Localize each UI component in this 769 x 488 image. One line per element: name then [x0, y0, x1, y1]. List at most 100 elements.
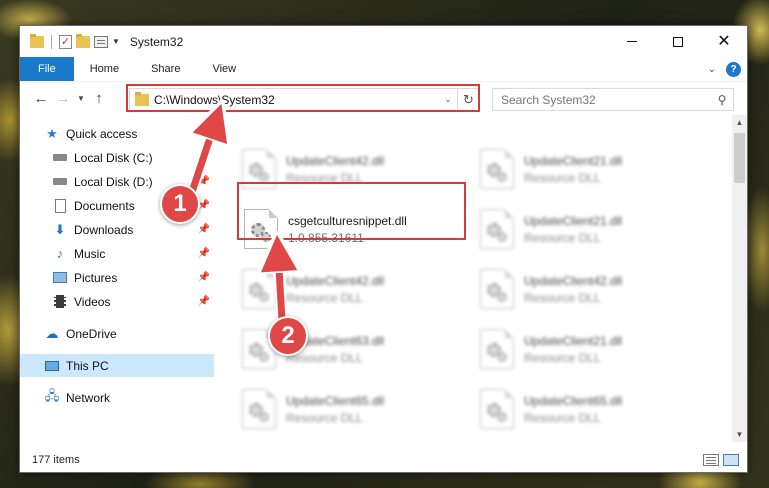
file-type: Resource DLL — [524, 290, 601, 305]
file-type: Resource DLL — [286, 350, 363, 365]
window-controls: ✕ — [609, 26, 747, 57]
list-item[interactable]: UpdateClient21.dll Resource DLL — [480, 205, 705, 253]
back-arrow-icon[interactable]: ← — [30, 88, 52, 110]
refresh-icon[interactable]: ↻ — [457, 89, 479, 110]
address-dropdown-chevron-icon[interactable]: ⌄ — [439, 94, 457, 105]
sidebar-item-quick-access[interactable]: ★ Quick access — [20, 122, 214, 145]
pin-icon[interactable]: 📌 — [198, 152, 210, 163]
sidebar-item-local-disk-c[interactable]: Local Disk (C:) 📌 — [20, 146, 214, 169]
star-icon: ★ — [46, 125, 58, 141]
sidebar-item-pictures[interactable]: Pictures 📌 — [20, 266, 214, 289]
file-name: UpdateClient21.dll — [524, 333, 623, 348]
sidebar-item-label: Quick access — [66, 126, 138, 141]
navigation-bar: ← → ▼ ↑ C:\Windows\System32 ⌄ ↻ ⚲ — [20, 81, 747, 115]
properties-check-icon[interactable]: ✓ — [59, 34, 72, 49]
list-item[interactable]: UpdateClient65.dll Resource DLL — [242, 385, 467, 433]
scroll-up-chevron-icon[interactable]: ▲ — [732, 115, 747, 130]
sidebar-item-label: Network — [66, 390, 111, 405]
large-icons-view-icon[interactable] — [723, 454, 739, 466]
forward-arrow-icon[interactable]: → — [52, 88, 74, 110]
cloud-icon: ☁ — [45, 325, 59, 341]
list-item[interactable]: UpdateClient42.dll Resource DLL — [480, 265, 705, 313]
highlighted-file-item[interactable]: csgetculturesnippet.dll 1.0.855.31611 — [244, 205, 464, 253]
pin-icon[interactable]: 📌 — [198, 296, 210, 307]
window-title: System32 — [129, 34, 184, 49]
music-icon: ♪ — [56, 246, 64, 261]
sidebar-item-label: Music — [74, 246, 106, 261]
recent-locations-chevron-icon[interactable]: ▼ — [74, 88, 88, 110]
dll-file-icon — [480, 269, 514, 309]
computer-icon — [44, 359, 60, 373]
download-icon: ⬇ — [54, 221, 66, 237]
sidebar-item-this-pc[interactable]: This PC — [20, 354, 214, 377]
sidebar-item-label: Local Disk (D:) — [74, 174, 153, 189]
scrollbar-thumb[interactable] — [734, 133, 745, 183]
customize-toolbar-chevron-icon[interactable]: ▼ — [112, 37, 120, 46]
properties-icon[interactable] — [94, 35, 108, 48]
tab-share[interactable]: Share — [135, 57, 196, 81]
up-arrow-icon[interactable]: ↑ — [88, 88, 110, 110]
file-name: UpdateClient42.dll — [286, 273, 385, 288]
file-name: csgetculturesnippet.dll — [288, 213, 407, 228]
expand-ribbon-chevron-icon[interactable]: ⌄ — [708, 64, 716, 75]
sidebar-item-label: Documents — [74, 198, 135, 213]
quick-access-toolbar: ✓ ▼ — [20, 33, 120, 49]
dll-file-icon — [480, 389, 514, 429]
list-item[interactable]: UpdateClient21.dll Resource DLL — [480, 325, 705, 373]
file-type: Resource DLL — [524, 170, 601, 185]
file-type: Resource DLL — [286, 170, 363, 185]
list-item[interactable]: UpdateClient21.dll Resource DLL — [480, 145, 705, 193]
videos-icon — [52, 295, 68, 309]
view-switcher — [703, 454, 747, 466]
close-button[interactable]: ✕ — [701, 26, 747, 57]
file-name: UpdateClient42.dll — [524, 273, 623, 288]
search-input[interactable] — [501, 92, 711, 107]
pin-icon[interactable]: 📌 — [198, 176, 210, 187]
details-view-icon[interactable] — [703, 454, 719, 466]
address-path[interactable]: C:\Windows\System32 — [154, 93, 439, 107]
file-name: UpdateClient65.dll — [286, 393, 385, 408]
tab-file[interactable]: File — [20, 57, 74, 81]
tab-view[interactable]: View — [196, 57, 252, 81]
sidebar-item-label: Pictures — [74, 270, 118, 285]
sidebar-item-label: OneDrive — [66, 326, 117, 341]
status-bar: 177 items — [20, 448, 747, 472]
list-item[interactable]: UpdateClient42.dll Resource DLL — [242, 265, 467, 313]
pictures-icon — [52, 271, 68, 285]
dll-file-icon — [244, 209, 278, 249]
pin-icon[interactable]: 📌 — [198, 224, 210, 235]
network-icon: 🖧 — [44, 387, 60, 403]
step-2-badge: 2 — [268, 316, 308, 356]
file-type: Resource DLL — [286, 410, 363, 425]
file-name: UpdateClient21.dll — [524, 213, 623, 228]
close-icon: ✕ — [717, 32, 731, 50]
dll-file-icon — [480, 149, 514, 189]
search-box[interactable]: ⚲ — [492, 88, 734, 111]
maximize-icon — [673, 36, 683, 47]
pin-icon[interactable]: 📌 — [198, 272, 210, 283]
sidebar-item-onedrive[interactable]: ☁ OneDrive — [20, 322, 214, 345]
address-bar[interactable]: C:\Windows\System32 ⌄ ↻ — [129, 88, 480, 111]
folder-icon[interactable] — [30, 33, 44, 48]
search-icon[interactable]: ⚲ — [711, 93, 733, 107]
drive-icon — [52, 175, 68, 189]
maximize-button[interactable] — [655, 26, 701, 57]
vertical-scrollbar[interactable]: ▲ ▼ — [732, 115, 747, 442]
list-item[interactable]: UpdateClient65.dll Resource DLL — [480, 385, 705, 433]
minimize-button[interactable] — [609, 26, 655, 57]
sidebar-item-label: Downloads — [74, 222, 134, 237]
minimize-icon — [627, 41, 637, 42]
sidebar-item-music[interactable]: ♪ Music 📌 — [20, 242, 214, 265]
dll-file-icon — [242, 269, 276, 309]
sidebar-item-network[interactable]: 🖧 Network — [20, 386, 214, 409]
sidebar-item-videos[interactable]: Videos 📌 — [20, 290, 214, 313]
scroll-down-chevron-icon[interactable]: ▼ — [732, 427, 747, 442]
list-item[interactable]: UpdateClient42.dll Resource DLL — [242, 145, 467, 193]
file-version: 1.0.855.31611 — [288, 230, 364, 245]
sidebar-item-label: This PC — [66, 358, 109, 373]
pin-icon[interactable]: 📌 — [198, 248, 210, 259]
new-folder-icon[interactable] — [76, 33, 90, 48]
help-icon[interactable]: ? — [726, 61, 741, 77]
tab-home[interactable]: Home — [74, 57, 135, 81]
toolbar-divider — [51, 34, 52, 49]
